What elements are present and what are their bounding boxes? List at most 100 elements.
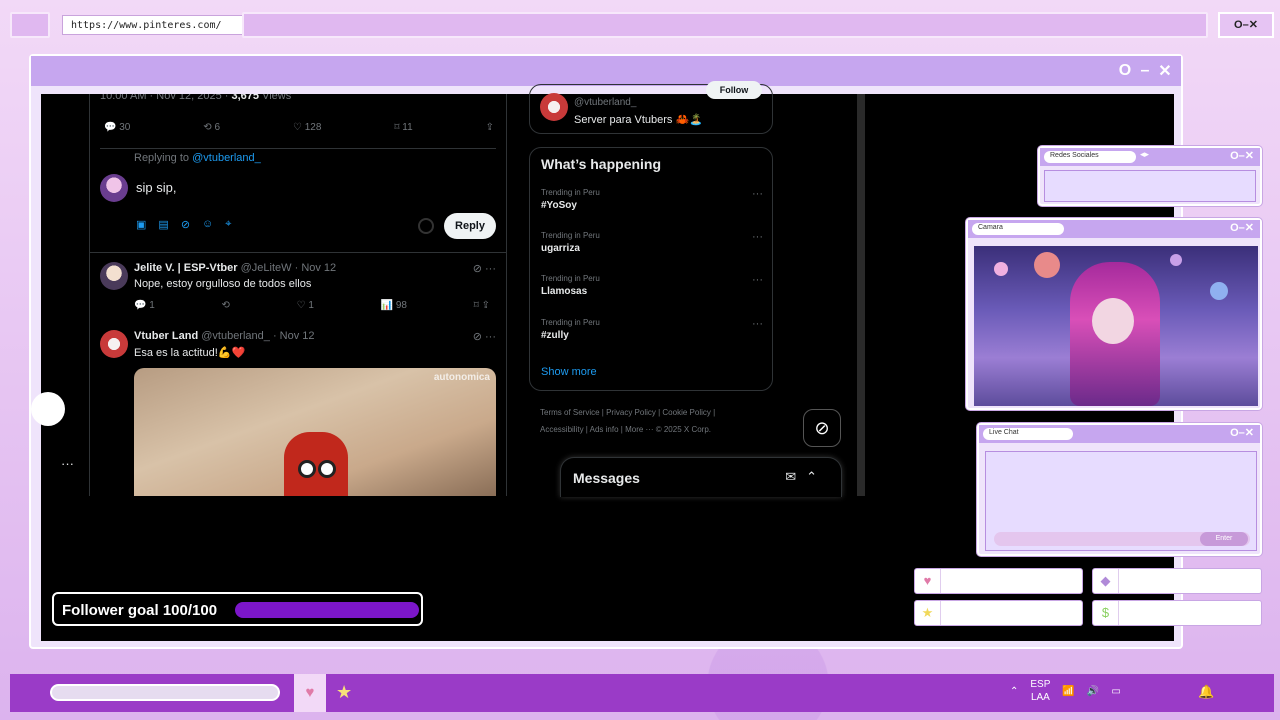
trend-item[interactable]: Trending in Peru ugarriza ··· (541, 231, 763, 254)
reply-input[interactable]: sip sip, (136, 180, 176, 195)
browser-tab-strip (242, 12, 1208, 38)
trend-name: ugarriza (541, 243, 580, 254)
url-field[interactable]: https://www.pinteres.com/ (62, 15, 246, 35)
author-handle[interactable]: @vtuberland_ (201, 330, 270, 342)
new-message-icon[interactable]: ✉⌃ (785, 469, 827, 485)
window-close-button[interactable]: ✕ (1157, 61, 1173, 81)
views-count: 98 (395, 300, 407, 311)
follow-handle[interactable]: @vtuberland_ (574, 97, 636, 108)
more-icon[interactable]: ··· (752, 188, 763, 200)
panel-controls-icon[interactable]: O–✕ (1230, 221, 1254, 234)
panel-controls-icon[interactable]: O–✕ (1230, 149, 1254, 162)
like-count: 1 (308, 300, 314, 311)
author-name[interactable]: Jelite V. | ESP-Vtber (134, 262, 238, 274)
floating-circle-button[interactable] (31, 392, 65, 426)
star-icon[interactable]: ★ (336, 682, 352, 703)
replying-to-handle[interactable]: @vtuberland_ (192, 152, 261, 164)
image-icon[interactable]: ▣ (136, 218, 146, 231)
share-icon[interactable]: ⇪ (486, 122, 494, 133)
trend-context: Trending in Peru (541, 188, 600, 197)
notification-icon[interactable]: 🔔 (1198, 684, 1214, 700)
repost-action[interactable]: ⟲ 6 (203, 122, 220, 133)
language-indicator[interactable]: ESP LAA (1030, 678, 1050, 704)
taskbar-search-input[interactable] (50, 684, 280, 701)
panel-controls-icon[interactable]: O–✕ (1230, 426, 1254, 439)
avatar[interactable] (100, 262, 128, 290)
panel-content (1044, 170, 1256, 202)
tweet-more-icon[interactable]: ⊘ ··· (473, 262, 496, 275)
enter-button[interactable]: Enter (1200, 532, 1248, 546)
star-widget: ★ (914, 600, 1083, 626)
like-count: 128 (304, 122, 322, 133)
battery-icon[interactable]: ▭ (1111, 686, 1120, 697)
crab-figure (284, 432, 348, 496)
show-more-link[interactable]: Show more (541, 366, 597, 378)
scrollbar[interactable] (857, 94, 865, 496)
tweet-header: Vtuber Land @vtuberland_ · Nov 12 (134, 330, 315, 342)
who-to-follow-card: @vtuberland_ Server para Vtubers 🦀🏝️ Fol… (529, 81, 773, 134)
bookmark-icon[interactable]: ⌑ ⇪ (474, 300, 490, 311)
nav-arrows-icon[interactable]: ◂▸ (1140, 149, 1149, 160)
follow-button[interactable]: Follow (706, 81, 762, 99)
avatar[interactable] (100, 330, 128, 358)
more-icon[interactable]: ··· (752, 318, 763, 330)
views-action[interactable]: 📊 98 (381, 300, 407, 311)
trend-item[interactable]: Trending in Peru Llamosas ··· (541, 274, 763, 297)
media-watermark: autonomica (433, 372, 490, 383)
chat-panel: Live Chat O–✕ Enter (977, 423, 1262, 556)
reply-count: 1 (149, 300, 155, 311)
planet-decoration (994, 262, 1008, 276)
avatar[interactable] (100, 174, 128, 202)
footer-line[interactable]: Accessibility | Ads info | More ··· © 20… (540, 421, 760, 438)
trend-context: Trending in Peru (541, 274, 600, 283)
more-icon[interactable]: ··· (752, 231, 763, 243)
grok-icon[interactable]: ⊘ (803, 409, 841, 447)
panel-titlebar: Redes Sociales ◂▸ O–✕ (1040, 148, 1260, 166)
chat-area: Enter (985, 451, 1257, 551)
like-action[interactable]: ♡ 1 (297, 300, 314, 311)
reply-action[interactable]: 💬 30 (104, 122, 130, 133)
gem-widget: ◆ (1092, 568, 1262, 594)
follower-goal-label: Follower goal 100/100 (62, 602, 218, 619)
emoji-icon[interactable]: ☺ (202, 218, 213, 231)
wifi-icon[interactable]: 📶 (1062, 686, 1074, 697)
crab-eye (298, 460, 316, 478)
avatar-face (1092, 298, 1134, 344)
avatar[interactable] (540, 93, 568, 121)
repost-action[interactable]: ⟲ (222, 300, 230, 311)
volume-icon[interactable]: 🔊 (1087, 686, 1099, 697)
like-action[interactable]: ♡ 128 (293, 122, 321, 133)
browser-window-controls[interactable]: O–✕ (1218, 12, 1274, 38)
tweet-item[interactable]: Vtuber Land @vtuberland_ · Nov 12 ⊘ ··· … (100, 330, 498, 370)
heart-icon: ♥ (915, 569, 941, 593)
tweet-more-icon[interactable]: ⊘ ··· (473, 330, 496, 343)
window-minimize-button[interactable]: – (1137, 62, 1153, 80)
tweet-media[interactable]: autonomica (134, 368, 496, 496)
heart-icon[interactable]: ♥ (294, 674, 326, 712)
footer-line[interactable]: Terms of Service | Privacy Policy | Cook… (540, 404, 760, 421)
author-handle[interactable]: @JeLiteW (241, 262, 292, 274)
panel-title: Camara (972, 223, 1064, 235)
tweet-item[interactable]: Jelite V. | ESP-Vtber @JeLiteW · Nov 12 … (100, 262, 498, 322)
more-icon[interactable]: ··· (752, 274, 763, 286)
location-icon[interactable]: ⌖ (225, 218, 231, 231)
chevron-up-icon[interactable]: ⌃ (1010, 686, 1018, 697)
reply-button[interactable]: Reply (444, 213, 496, 239)
tweet-meta: 10:00 AM · Nov 12, 2025 · 3,675 Views (100, 94, 291, 102)
bookmark-action[interactable]: ⌑ 11 (394, 122, 412, 133)
messages-drawer[interactable]: Messages ✉⌃ (560, 457, 842, 497)
repost-count: 6 (214, 122, 221, 133)
more-icon[interactable]: ··· (61, 456, 74, 471)
trend-item[interactable]: Trending in Peru #zully ··· (541, 318, 763, 341)
divider (100, 148, 496, 149)
author-name[interactable]: Vtuber Land (134, 330, 198, 342)
trend-item[interactable]: Trending in Peru #YoSoy ··· (541, 188, 763, 211)
reply-action[interactable]: 💬 1 (134, 300, 155, 311)
window-circle-button[interactable]: O (1117, 62, 1133, 80)
gem-icon: ◆ (1093, 569, 1119, 593)
follower-goal-fill (235, 602, 419, 618)
grok-icon[interactable]: ⊘ (181, 218, 190, 231)
footer-links[interactable]: Terms of Service | Privacy Policy | Cook… (540, 404, 760, 438)
tweet-text: Esa es la actitud!💪❤️ (134, 347, 246, 359)
gif-icon[interactable]: ▤ (158, 218, 168, 231)
